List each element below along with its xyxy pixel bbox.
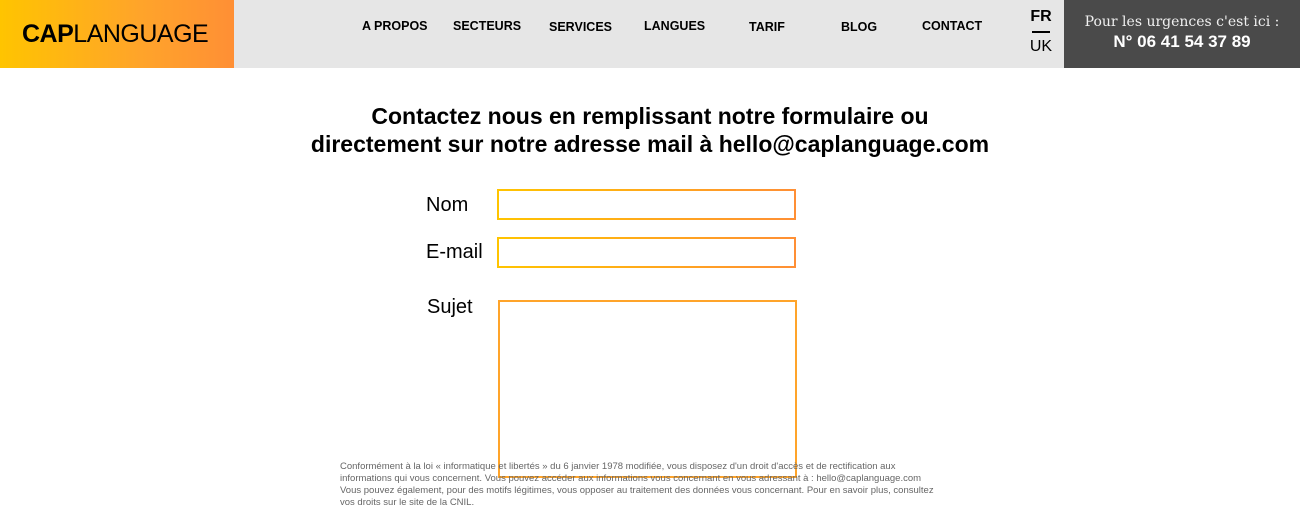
legal-line-4: vos droits sur le site de la CNIL. [340,497,475,508]
nav-tarif[interactable]: TARIF [749,20,785,34]
legal-notice: Conformément à la loi « informatique et … [340,461,960,509]
logo[interactable]: CAPLANGUAGE [0,0,234,68]
urgent-phone[interactable]: N° 06 41 54 37 89 [1064,32,1300,52]
site-header: CAPLANGUAGE A PROPOS SECTEURS SERVICES L… [0,0,1300,68]
lang-divider [1032,31,1050,33]
logo-bold: CAP [22,19,74,48]
contact-intro: Contactez nous en remplissant notre form… [0,102,1300,158]
language-switcher: FR UK [1024,8,1058,56]
legal-line-2: informations qui vous concernent. Vous p… [340,473,922,484]
nav-langues[interactable]: LANGUES [644,19,705,33]
nav-services[interactable]: SERVICES [549,20,612,34]
name-label: Nom [426,194,469,216]
urgent-label: Pour les urgences c'est ici : [1084,14,1280,30]
nav-blog[interactable]: BLOG [841,20,877,34]
subject-textarea[interactable] [498,300,797,478]
urgent-contact-box: Pour les urgences c'est ici : N° 06 41 5… [1064,0,1300,68]
name-input[interactable] [497,189,796,220]
nav-a-propos[interactable]: A PROPOS [362,19,428,33]
email-input[interactable] [497,237,796,268]
nav-secteurs[interactable]: SECTEURS [453,19,521,33]
intro-line-1: Contactez nous en remplissant notre form… [371,103,929,129]
logo-text: CAPLANGUAGE [22,19,209,48]
subject-label: Sujet [427,296,473,318]
email-label: E-mail [426,241,483,263]
legal-line-3: Vous pouvez également, pour des motifs l… [340,485,934,496]
intro-line-2: directement sur notre adresse mail à hel… [310,131,990,157]
nav-contact[interactable]: CONTACT [922,19,982,33]
legal-line-1: Conformément à la loi « informatique et … [340,461,896,472]
lang-fr[interactable]: FR [1024,8,1058,26]
logo-light: LANGUAGE [73,19,209,48]
lang-uk[interactable]: UK [1024,38,1058,56]
